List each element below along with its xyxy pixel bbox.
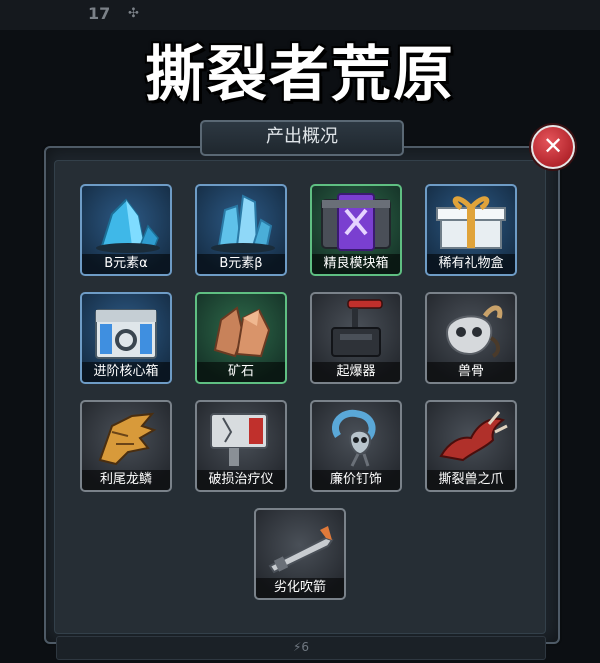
item-ripper-beast-claw[interactable]: 撕裂兽之爪 <box>425 400 517 492</box>
close-icon: ✕ <box>542 132 564 160</box>
tech-core-box-icon <box>95 309 157 359</box>
item-label: 破损治疗仪 <box>197 470 285 490</box>
item-label: 利尾龙鳞 <box>82 470 170 490</box>
item-label: 撕裂兽之爪 <box>427 470 515 490</box>
blue-crystal-cluster-icon <box>211 194 275 253</box>
item-beast-bone[interactable]: 兽骨 <box>425 292 517 384</box>
item-label: 进阶核心箱 <box>82 362 170 382</box>
item-degraded-blowdart[interactable]: 劣化吹箭 <box>254 508 346 600</box>
item-label: 起爆器 <box>312 362 400 382</box>
item-label: 廉价钉饰 <box>312 470 400 490</box>
item-label: 兽骨 <box>427 362 515 382</box>
page-title: 撕裂者荒原 <box>145 40 455 110</box>
item-label: B元素β <box>197 254 285 274</box>
item-sharptail-dragon-scale[interactable]: 利尾龙鳞 <box>80 400 172 492</box>
energy-icon: ✣ <box>128 6 139 21</box>
bottom-hint-bar: ⚡6 <box>56 636 546 660</box>
beast-skull-icon <box>445 305 503 358</box>
close-button[interactable]: ✕ <box>531 125 575 169</box>
skull-claw-ornament-icon <box>332 409 376 467</box>
item-ore[interactable]: 矿石 <box>195 292 287 384</box>
item-label: B元素α <box>82 254 170 274</box>
broken-healer-icon <box>210 413 268 466</box>
dragon-scale-icon <box>98 412 157 466</box>
item-detonator[interactable]: 起爆器 <box>310 292 402 384</box>
blowdart-icon <box>268 526 334 574</box>
purple-module-crate-icon <box>321 193 391 251</box>
blue-crystal-icon <box>96 198 160 253</box>
item-label: 稀有礼物盒 <box>427 254 515 274</box>
item-cheap-spike-ornament[interactable]: 廉价钉饰 <box>310 400 402 492</box>
item-advanced-core-box[interactable]: 进阶核心箱 <box>80 292 172 384</box>
item-b-element-beta[interactable]: B元素β <box>195 184 287 276</box>
item-broken-healer[interactable]: 破损治疗仪 <box>195 400 287 492</box>
item-label: 劣化吹箭 <box>256 578 344 598</box>
item-fine-module-crate[interactable]: 精良模块箱 <box>310 184 402 276</box>
gift-box-icon <box>436 196 506 249</box>
item-rare-gift-box[interactable]: 稀有礼物盒 <box>425 184 517 276</box>
item-label: 精良模块箱 <box>312 254 400 274</box>
ripper-claw-icon <box>439 411 508 462</box>
energy-count: 17 <box>88 4 111 23</box>
copper-ore-icon <box>213 306 271 358</box>
item-b-element-alpha[interactable]: B元素α <box>80 184 172 276</box>
detonator-icon <box>331 299 383 357</box>
item-label: 矿石 <box>197 362 285 382</box>
panel-header: 产出概况 <box>200 120 404 156</box>
